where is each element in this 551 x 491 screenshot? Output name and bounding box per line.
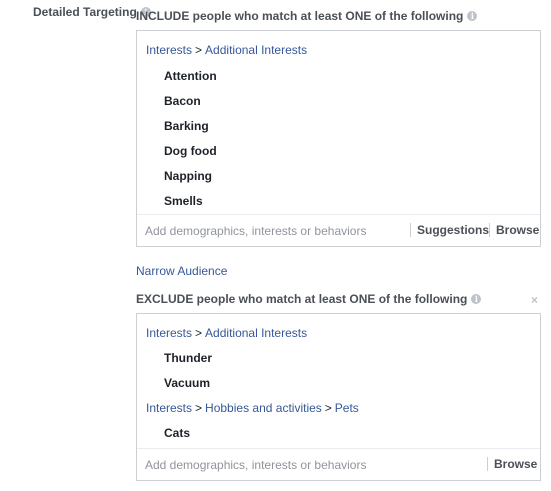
exclude-item-cats[interactable]: Cats: [164, 426, 190, 440]
path-pets-link[interactable]: Pets: [335, 401, 359, 415]
path-interests-link[interactable]: Interests: [146, 326, 192, 340]
include-item-smells[interactable]: Smells: [164, 194, 203, 208]
include-browse-button[interactable]: Browse: [489, 223, 539, 237]
exclude-title-text: EXCLUDE people who match at least ONE of…: [136, 292, 468, 306]
detailed-targeting-text: Detailed Targeting: [33, 5, 137, 19]
path-additional-interests-link[interactable]: Additional Interests: [205, 326, 307, 340]
exclude-box: Interests > Additional Interests Thunder V…: [136, 313, 541, 481]
include-item-napping[interactable]: Napping: [164, 169, 212, 183]
exclude-footer: Add demographics, interests or behaviors…: [137, 448, 540, 480]
include-footer: Add demographics, interests or behaviors…: [137, 214, 540, 246]
detailed-targeting-label: Detailed Targeting i: [33, 5, 151, 19]
close-icon[interactable]: ×: [531, 293, 538, 307]
exclude-item-vacuum[interactable]: Vacuum: [164, 376, 210, 390]
include-item-bacon[interactable]: Bacon: [164, 94, 201, 108]
exclude-item-thunder[interactable]: Thunder: [164, 351, 212, 365]
include-item-dog-food[interactable]: Dog food: [164, 144, 217, 158]
exclude-search-input[interactable]: Add demographics, interests or behaviors: [145, 458, 366, 472]
path-additional-interests-link[interactable]: Additional Interests: [205, 43, 307, 57]
exclude-path-1: Interests > Additional Interests: [146, 326, 307, 340]
info-icon[interactable]: i: [467, 11, 478, 21]
include-title-text: INCLUDE people who match at least ONE of…: [136, 9, 464, 23]
include-item-barking[interactable]: Barking: [164, 119, 209, 133]
path-separator: >: [324, 401, 332, 415]
path-interests-link[interactable]: Interests: [146, 401, 192, 415]
path-separator: >: [195, 43, 203, 57]
include-item-attention[interactable]: Attention: [164, 69, 217, 83]
narrow-audience-link[interactable]: Narrow Audience: [136, 264, 227, 278]
exclude-path-2: Interests > Hobbies and activities > Pets: [146, 401, 359, 415]
include-path: Interests > Additional Interests: [146, 43, 307, 57]
path-interests-link[interactable]: Interests: [146, 43, 192, 57]
info-icon[interactable]: i: [471, 294, 482, 304]
exclude-title: EXCLUDE people who match at least ONE of…: [136, 292, 482, 306]
path-separator: >: [195, 401, 203, 415]
include-search-input[interactable]: Add demographics, interests or behaviors: [145, 224, 366, 238]
exclude-browse-button[interactable]: Browse: [487, 457, 537, 471]
include-box: Interests > Additional Interests Attention…: [136, 30, 541, 247]
suggestions-button[interactable]: Suggestions: [410, 223, 489, 237]
path-separator: >: [195, 326, 203, 340]
include-title: INCLUDE people who match at least ONE of…: [136, 9, 478, 23]
path-hobbies-link[interactable]: Hobbies and activities: [205, 401, 322, 415]
